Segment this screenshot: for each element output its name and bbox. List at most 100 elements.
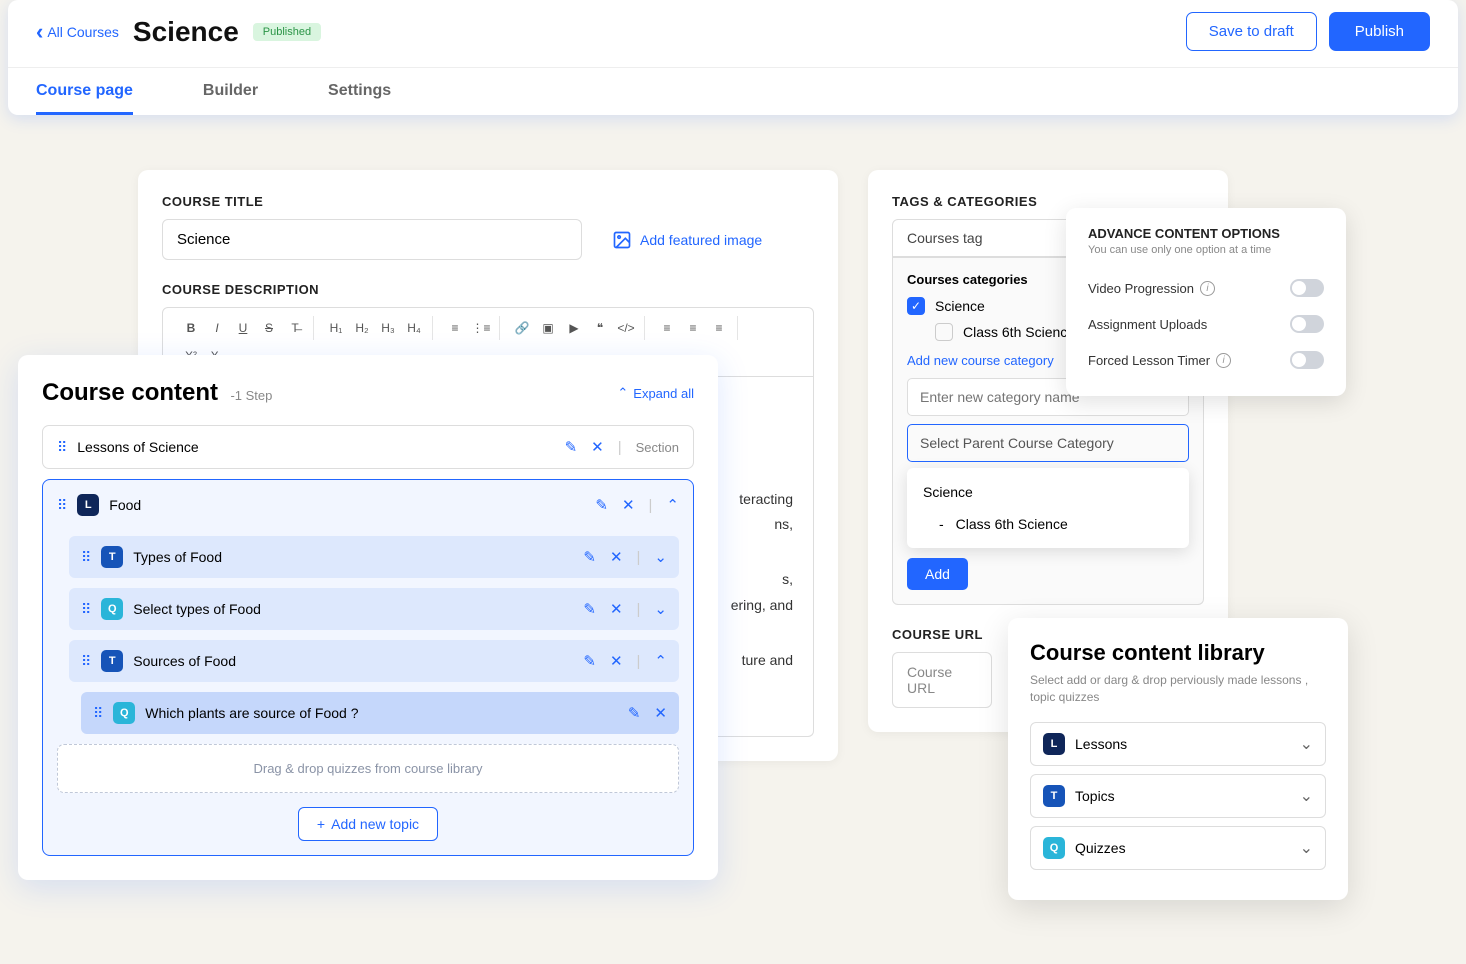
dropzone[interactable]: Drag & drop quizzes from course library (57, 744, 679, 793)
title-row: Add featured image (162, 219, 814, 260)
publish-button[interactable]: Publish (1329, 12, 1430, 51)
chevron-down-icon[interactable]: ⌄ (654, 600, 667, 618)
h3-button[interactable]: H₃ (376, 316, 400, 340)
lesson-row[interactable]: ⠿ L Food ✎ ✕ | ⌃ (57, 494, 679, 526)
dropdown-item-class6[interactable]: Class 6th Science (907, 508, 1189, 540)
toggle-video-progression[interactable] (1290, 279, 1324, 297)
drag-handle-icon[interactable]: ⠿ (57, 439, 67, 456)
close-icon[interactable]: ✕ (591, 438, 604, 456)
tab-settings[interactable]: Settings (328, 82, 391, 115)
expand-all-button[interactable]: ⌃ Expand all (617, 385, 694, 401)
library-row-label: Quizzes (1075, 840, 1290, 856)
drag-handle-icon[interactable]: ⠿ (81, 653, 91, 670)
edit-icon[interactable]: ✎ (583, 652, 596, 670)
library-row-lessons[interactable]: L Lessons ⌄ (1030, 722, 1326, 766)
chevron-up-icon[interactable]: ⌃ (654, 652, 667, 670)
featured-image-label: Add featured image (640, 232, 762, 248)
quiz-row[interactable]: ⠿ Q Select types of Food ✎ ✕ | ⌄ (69, 588, 679, 630)
chevron-down-icon[interactable]: ⌄ (654, 548, 667, 566)
close-icon[interactable]: ✕ (610, 548, 623, 566)
info-icon[interactable]: i (1200, 281, 1215, 296)
save-draft-button[interactable]: Save to draft (1186, 12, 1317, 51)
edit-icon[interactable]: ✎ (628, 704, 641, 722)
lesson-badge-icon: L (1043, 733, 1065, 755)
add-category-button[interactable]: Add (907, 558, 968, 590)
close-icon[interactable]: ✕ (610, 600, 623, 618)
link-button[interactable]: 🔗 (510, 316, 534, 340)
ol-button[interactable]: ≡ (443, 316, 467, 340)
library-subtitle: Select add or darg & drop perviously mad… (1030, 672, 1326, 706)
drag-handle-icon[interactable]: ⠿ (93, 705, 103, 722)
library-row-quizzes[interactable]: Q Quizzes ⌄ (1030, 826, 1326, 870)
italic-button[interactable]: I (205, 316, 229, 340)
course-url-input[interactable]: Course URL (892, 652, 992, 708)
topic-title: Sources of Food (133, 653, 573, 669)
add-featured-image-button[interactable]: Add featured image (612, 230, 762, 250)
section-meta: Section (636, 440, 679, 455)
align-left-button[interactable]: ≡ (655, 316, 679, 340)
close-icon[interactable]: ✕ (622, 496, 635, 514)
dropdown-item-science[interactable]: Science (907, 476, 1189, 508)
advance-option-label: Assignment Uploads (1088, 317, 1207, 332)
edit-icon[interactable]: ✎ (583, 600, 596, 618)
drag-handle-icon[interactable]: ⠿ (57, 497, 67, 514)
toggle-assignment-uploads[interactable] (1290, 315, 1324, 333)
topic-row[interactable]: ⠿ T Types of Food ✎ ✕ | ⌄ (69, 536, 679, 578)
advance-row-timer: Forced Lesson Timer i (1088, 342, 1324, 378)
quiz-badge-icon: Q (1043, 837, 1065, 859)
parent-category-dropdown: Science Class 6th Science (907, 468, 1189, 548)
align-right-button[interactable]: ≡ (707, 316, 731, 340)
bold-button[interactable]: B (179, 316, 203, 340)
chevron-up-icon[interactable]: ⌃ (666, 496, 679, 514)
h2-button[interactable]: H₂ (350, 316, 374, 340)
header-top-row: All Courses Science Published Save to dr… (8, 0, 1458, 59)
video-button[interactable]: ▶ (562, 316, 586, 340)
back-link[interactable]: All Courses (36, 19, 119, 45)
checkbox-checked-icon[interactable]: ✓ (907, 297, 925, 315)
parent-category-select[interactable]: Select Parent Course Category (907, 424, 1189, 462)
edit-icon[interactable]: ✎ (565, 438, 578, 456)
course-title-input[interactable] (162, 219, 582, 260)
tags-label: TAGS & CATEGORIES (892, 194, 1204, 209)
close-icon[interactable]: ✕ (610, 652, 623, 670)
quiz-badge-icon: Q (113, 702, 135, 724)
h4-button[interactable]: H₄ (402, 316, 426, 340)
drag-handle-icon[interactable]: ⠿ (81, 549, 91, 566)
section-row[interactable]: ⠿ Lessons of Science ✎ ✕ | Section (42, 425, 694, 469)
quiz-title: Select types of Food (133, 601, 573, 617)
edit-icon[interactable]: ✎ (595, 496, 608, 514)
tab-course-page[interactable]: Course page (36, 82, 133, 115)
clear-button[interactable]: T̶ (283, 316, 307, 340)
quiz-row-nested[interactable]: ⠿ Q Which plants are source of Food ? ✎ … (81, 692, 679, 734)
lesson-badge-icon: L (77, 494, 99, 516)
info-icon[interactable]: i (1216, 353, 1231, 368)
edit-icon[interactable]: ✎ (583, 548, 596, 566)
tab-builder[interactable]: Builder (203, 82, 258, 115)
content-library-panel: Course content library Select add or dar… (1008, 618, 1348, 900)
checkbox-icon[interactable] (935, 323, 953, 341)
library-row-label: Lessons (1075, 736, 1290, 752)
course-content-panel: Course content -1 Step ⌃ Expand all ⠿ Le… (18, 355, 718, 880)
h1-button[interactable]: H₁ (324, 316, 348, 340)
category-name: Class 6th Science (963, 324, 1075, 340)
close-icon[interactable]: ✕ (654, 704, 667, 722)
topic-badge-icon: T (101, 546, 123, 568)
content-title: Course content (42, 379, 218, 406)
strike-button[interactable]: S (257, 316, 281, 340)
code-button[interactable]: </> (614, 316, 638, 340)
course-title-label: COURSE TITLE (162, 194, 814, 209)
image-button[interactable]: ▣ (536, 316, 560, 340)
ul-button[interactable]: ⋮≡ (469, 316, 493, 340)
underline-button[interactable]: U (231, 316, 255, 340)
drag-handle-icon[interactable]: ⠿ (81, 601, 91, 618)
library-row-topics[interactable]: T Topics ⌄ (1030, 774, 1326, 818)
quote-button[interactable]: ❝ (588, 316, 612, 340)
library-title: Course content library (1030, 640, 1326, 666)
align-center-button[interactable]: ≡ (681, 316, 705, 340)
topic-row[interactable]: ⠿ T Sources of Food ✎ ✕ | ⌃ (69, 640, 679, 682)
page-title: Science (133, 16, 239, 48)
toggle-forced-timer[interactable] (1290, 351, 1324, 369)
lesson-title: Food (109, 497, 585, 513)
chevron-down-icon: ⌄ (1300, 838, 1313, 858)
add-new-topic-button[interactable]: + Add new topic (298, 807, 438, 841)
